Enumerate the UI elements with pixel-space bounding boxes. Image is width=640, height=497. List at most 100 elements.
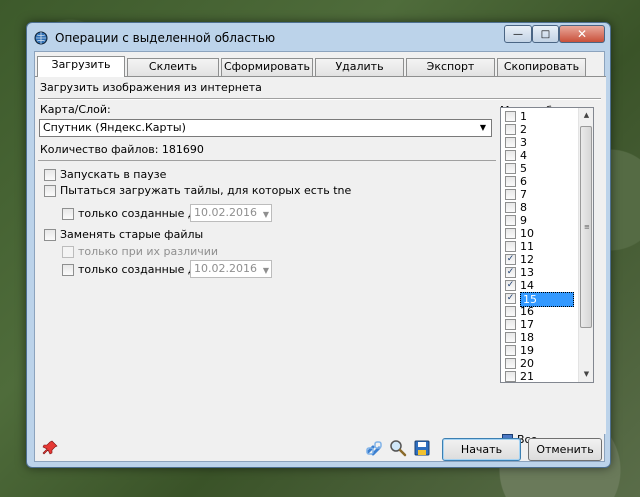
scale-checkbox[interactable] [505,306,516,317]
scale-item[interactable]: 11 [501,240,579,253]
scale-label: 21 [520,370,534,383]
window-title: Операции с выделенной областью [55,31,276,45]
scale-label: 3 [520,136,527,149]
tab-download[interactable]: Загрузить [37,56,125,77]
scale-item[interactable]: 6 [501,175,579,188]
only-if-different-checkbox[interactable] [62,246,74,258]
title-bar[interactable]: Операции с выделенной областью — □ ✕ [27,23,610,51]
scale-label: 10 [520,227,534,240]
tab-copy[interactable]: Скопировать [497,58,586,76]
map-layer-value: Спутник (Яндекс.Карты) [43,121,186,134]
scale-item[interactable]: 16 [501,305,579,318]
scale-label: 7 [520,188,527,201]
panel-heading: Загрузить изображения из интернета [40,81,262,94]
cancel-button[interactable]: Отменить [528,438,602,461]
scale-item[interactable]: 10 [501,227,579,240]
scale-checkbox[interactable]: ✓ [505,280,516,291]
dropdown-arrow-icon: ▼ [479,123,487,132]
maximize-button[interactable]: □ [532,25,559,43]
only-created-before-checkbox-2[interactable] [62,264,74,276]
scale-item[interactable]: 3 [501,136,579,149]
scale-checkbox[interactable] [505,124,516,135]
scale-item[interactable]: ✓ 12 [501,253,579,266]
scale-item[interactable]: ✓ 13 [501,266,579,279]
file-count-label: Количество файлов: 181690 [40,143,204,156]
scale-item[interactable]: 19 [501,344,579,357]
app-globe-icon [34,31,48,45]
scroll-up-icon[interactable]: ▲ [579,108,593,123]
scale-checkbox[interactable] [505,176,516,187]
save-icon[interactable] [413,439,431,457]
tab-delete[interactable]: Удалить [315,58,404,76]
scales-listbox[interactable]: 1 2 3 4 5 6 7 8 9 10 11 ✓ 12 ✓ 13 ✓ 14 ✓ 15 16 17 18 19 20 21 ▲ … [500,107,594,383]
dialog-client-area: Загрузить Склеить Сформировать Удалить Э… [34,51,606,463]
scale-checkbox[interactable] [505,358,516,369]
scale-item[interactable]: 9 [501,214,579,227]
grip-icon: ≡ [584,223,590,231]
scale-checkbox[interactable] [505,163,516,174]
scroll-thumb[interactable]: ≡ [580,126,592,328]
date-picker-2[interactable]: 10.02.2016 ▼ [190,260,272,278]
scale-checkbox[interactable] [505,215,516,226]
scale-item[interactable]: 7 [501,188,579,201]
scale-label: 18 [520,331,534,344]
dialog-footer: Начать Отменить [35,435,606,463]
scale-checkbox[interactable] [505,137,516,148]
scale-checkbox[interactable]: ✓ [505,293,516,304]
scale-item[interactable]: 21 [501,370,579,383]
tab-stitch[interactable]: Склеить [127,58,219,76]
only-created-before-checkbox-1[interactable] [62,208,74,220]
try-load-tne-checkbox[interactable] [44,185,56,197]
scroll-down-icon[interactable]: ▼ [579,367,593,382]
map-layer-select[interactable]: Спутник (Яндекс.Карты) ▼ [39,119,492,137]
scale-label: 11 [520,240,534,253]
scale-item[interactable]: ✓ 14 [501,279,579,292]
zoom-icon[interactable] [389,439,407,457]
date-value-2: 10.02.2016 [194,262,257,275]
scale-item[interactable]: 5 [501,162,579,175]
close-button[interactable]: ✕ [559,25,605,43]
scale-checkbox[interactable] [505,202,516,213]
replace-old-checkbox[interactable] [44,229,56,241]
scale-label: 13 [520,266,534,279]
scale-item[interactable]: 20 [501,357,579,370]
scale-checkbox[interactable] [505,371,516,382]
try-load-tne-label: Пытаться загружать тайлы, для которых ес… [60,184,352,197]
scale-checkbox[interactable] [505,345,516,356]
scale-item[interactable]: 2 [501,123,579,136]
scale-checkbox[interactable] [505,332,516,343]
dropdown-arrow-icon: ▼ [262,210,269,219]
only-created-before-label-1: только созданные до [78,207,203,220]
scale-item[interactable]: 8 [501,201,579,214]
scale-label: 19 [520,344,534,357]
scale-checkbox[interactable] [505,241,516,252]
scale-item[interactable]: 18 [501,331,579,344]
scale-checkbox[interactable] [505,150,516,161]
start-paused-checkbox[interactable] [44,169,56,181]
scale-item[interactable]: 1 [501,110,579,123]
scale-item[interactable]: 17 [501,318,579,331]
scale-item[interactable]: ✓ 15 [501,292,579,307]
scale-checkbox[interactable] [505,189,516,200]
scale-checkbox[interactable] [505,319,516,330]
pin-icon[interactable] [41,439,59,457]
scale-label: 20 [520,357,534,370]
minimize-button[interactable]: — [504,25,532,43]
link-icon[interactable] [365,439,383,457]
tab-generate[interactable]: Сформировать [221,58,313,76]
scale-label: 8 [520,201,527,214]
tab-export[interactable]: Экспорт [406,58,495,76]
scales-scrollbar[interactable]: ▲ ≡ ▼ [578,108,593,382]
divider-highlight [38,99,601,100]
scale-checkbox[interactable] [505,111,516,122]
scale-item[interactable]: 4 [501,149,579,162]
scale-checkbox[interactable]: ✓ [505,254,516,265]
scale-checkbox[interactable]: ✓ [505,267,516,278]
map-layer-label: Карта/Слой: [40,103,111,116]
date-value-1: 10.02.2016 [194,206,257,219]
tab-strip: Загрузить Склеить Сформировать Удалить Э… [35,56,604,77]
start-button[interactable]: Начать [442,438,521,461]
scale-checkbox[interactable] [505,228,516,239]
scale-label: 4 [520,149,527,162]
date-picker-1[interactable]: 10.02.2016 ▼ [190,204,272,222]
